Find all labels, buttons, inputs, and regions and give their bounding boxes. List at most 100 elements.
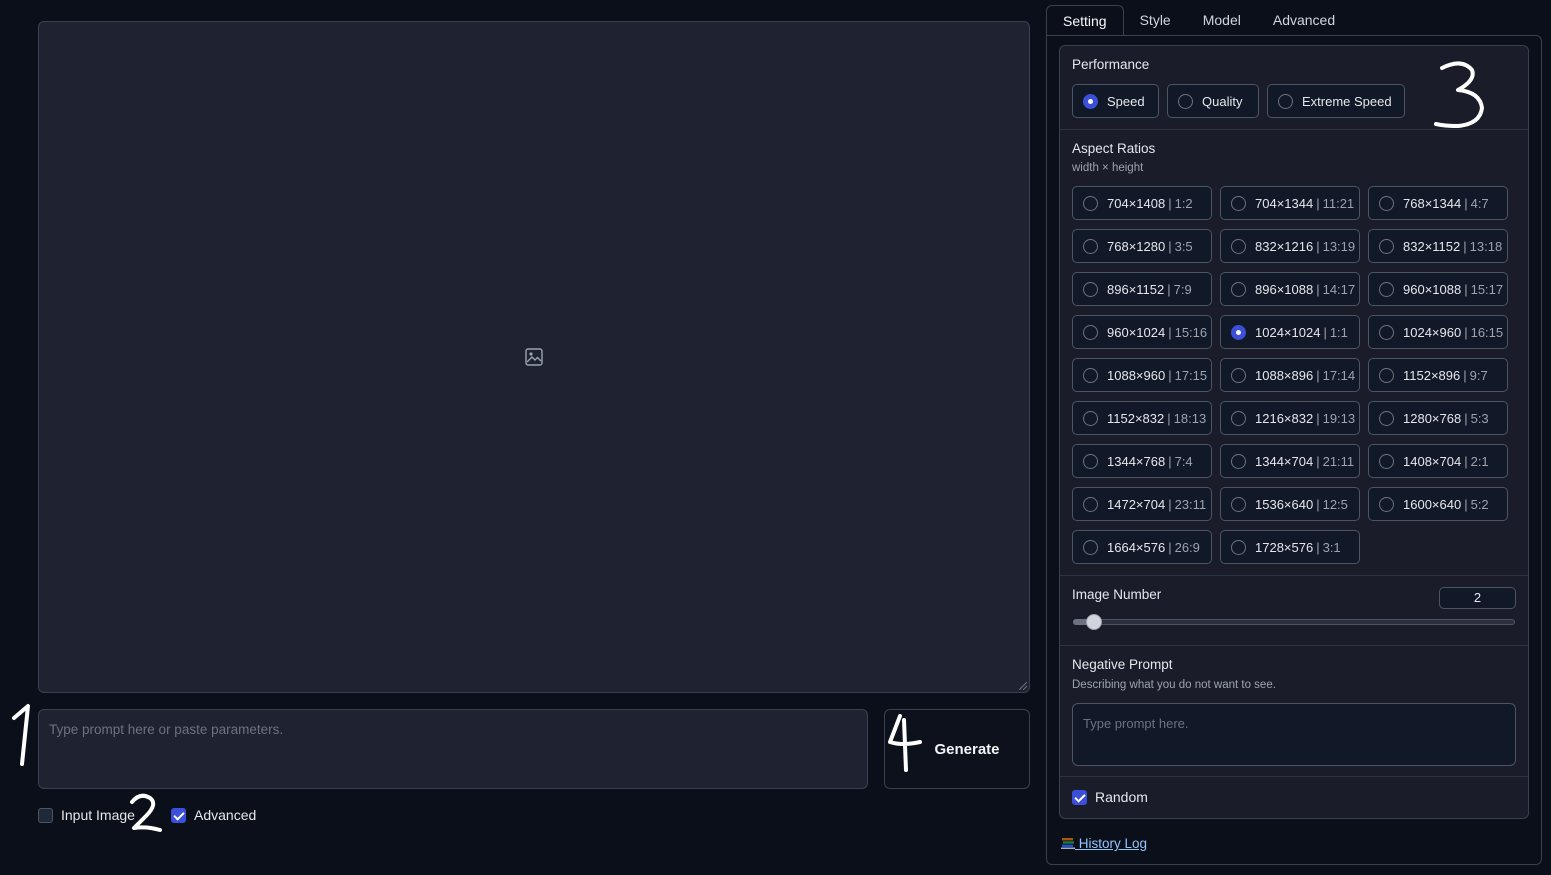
input-image-option[interactable]: Input Image	[38, 807, 135, 823]
radio-icon	[1083, 324, 1098, 340]
aspect-ratio-option[interactable]: 1024×1024 | 1:1	[1220, 315, 1360, 349]
settings-tabs: Setting Style Model Advanced	[1046, 5, 1351, 36]
aspect-ratio-size: 832×1216	[1255, 238, 1314, 254]
separator: |	[1168, 324, 1172, 340]
separator: |	[1316, 367, 1320, 383]
aspect-ratio-option[interactable]: 1024×960 | 16:15	[1368, 315, 1508, 349]
aspect-ratio-option[interactable]: 1152×832 | 18:13	[1072, 401, 1212, 435]
aspect-ratio-size: 1024×960	[1403, 324, 1462, 340]
radio-icon	[1379, 367, 1394, 383]
aspect-ratios-sublabel: width × height	[1072, 162, 1144, 174]
aspect-ratio-option[interactable]: 896×1152 | 7:9	[1072, 272, 1212, 306]
radio-icon	[1083, 238, 1098, 254]
aspect-ratio-size: 704×1344	[1255, 195, 1314, 211]
aspect-ratio-value: 14:17	[1322, 281, 1356, 297]
aspect-ratio-option[interactable]: 1600×640 | 5:2	[1368, 487, 1508, 521]
aspect-ratio-option[interactable]: 1152×896 | 9:7	[1368, 358, 1508, 392]
image-icon	[525, 348, 543, 366]
radio-icon	[1083, 367, 1098, 383]
divider	[1060, 575, 1528, 576]
aspect-ratio-option[interactable]: 1280×768 | 5:3	[1368, 401, 1508, 435]
annotation-4	[888, 714, 922, 772]
radio-icon	[1231, 195, 1246, 211]
random-checkbox[interactable]	[1072, 789, 1087, 805]
aspect-ratio-option[interactable]: 1664×576 | 26:9	[1072, 530, 1212, 564]
aspect-ratio-option[interactable]: 960×1088 | 15:17	[1368, 272, 1508, 306]
resize-grip-icon[interactable]	[1019, 682, 1027, 690]
radio-icon	[1379, 281, 1394, 297]
aspect-ratio-size: 768×1344	[1403, 195, 1462, 211]
input-image-checkbox[interactable]	[38, 807, 53, 823]
aspect-ratio-value: 21:11	[1322, 453, 1355, 469]
aspect-ratio-option[interactable]: 1344×704 | 21:11	[1220, 444, 1360, 478]
aspect-ratio-option[interactable]: 1344×768 | 7:4	[1072, 444, 1212, 478]
generate-label: Generate	[934, 740, 1000, 758]
tab-model[interactable]: Model	[1187, 5, 1257, 35]
image-number-slider[interactable]	[1073, 619, 1515, 625]
radio-icon	[1379, 496, 1394, 512]
radio-icon	[1083, 539, 1098, 555]
tab-style[interactable]: Style	[1124, 5, 1187, 35]
history-log-link[interactable]: History Log	[1061, 836, 1147, 851]
separator: |	[1316, 496, 1320, 512]
aspect-ratio-option[interactable]: 1088×896 | 17:14	[1220, 358, 1360, 392]
radio-selected-icon	[1083, 93, 1098, 109]
separator: |	[1168, 453, 1172, 469]
annotation-2	[130, 793, 162, 832]
image-number-input[interactable]: 2	[1439, 587, 1516, 609]
aspect-ratio-size: 1024×1024	[1255, 324, 1321, 340]
radio-icon	[1083, 453, 1098, 469]
radio-icon	[1231, 281, 1246, 297]
aspect-ratio-value: 26:9	[1174, 539, 1200, 555]
image-number-label: Image Number	[1072, 587, 1162, 602]
aspect-ratio-option[interactable]: 1408×704 | 2:1	[1368, 444, 1508, 478]
aspect-ratio-option[interactable]: 768×1344 | 4:7	[1368, 186, 1508, 220]
aspect-ratio-value: 17:15	[1174, 367, 1208, 383]
aspect-ratio-option[interactable]: 1472×704 | 23:11	[1072, 487, 1212, 521]
separator: |	[1464, 410, 1468, 426]
performance-extreme-speed[interactable]: Extreme Speed	[1267, 84, 1405, 118]
aspect-ratio-size: 704×1408	[1107, 195, 1166, 211]
aspect-ratio-value: 17:14	[1322, 367, 1356, 383]
negative-prompt-input[interactable]: Type prompt here.	[1072, 703, 1516, 766]
aspect-ratio-size: 1344×768	[1107, 453, 1166, 469]
performance-label: Performance	[1072, 57, 1150, 72]
aspect-ratio-size: 1280×768	[1403, 410, 1462, 426]
prompt-input[interactable]: Type prompt here or paste parameters.	[38, 709, 868, 789]
image-gallery	[38, 21, 1030, 693]
radio-icon	[1083, 496, 1098, 512]
aspect-ratio-option[interactable]: 832×1216 | 13:19	[1220, 229, 1360, 263]
aspect-ratio-option[interactable]: 1728×576 | 3:1	[1220, 530, 1360, 564]
aspect-ratio-size: 832×1152	[1403, 238, 1461, 254]
aspect-ratio-size: 1472×704	[1107, 496, 1166, 512]
advanced-option[interactable]: Advanced	[171, 807, 256, 823]
radio-icon	[1379, 453, 1394, 469]
aspect-ratio-option[interactable]: 960×1024 | 15:16	[1072, 315, 1212, 349]
separator: |	[1316, 410, 1320, 426]
aspect-ratio-option[interactable]: 1088×960 | 17:15	[1072, 358, 1212, 392]
radio-icon	[1231, 238, 1246, 254]
books-icon	[1061, 838, 1075, 849]
aspect-ratio-size: 1600×640	[1403, 496, 1462, 512]
aspect-ratio-option[interactable]: 704×1408 | 1:2	[1072, 186, 1212, 220]
advanced-checkbox[interactable]	[171, 807, 186, 823]
performance-speed[interactable]: Speed	[1072, 84, 1159, 118]
radio-icon	[1178, 93, 1193, 109]
slider-thumb[interactable]	[1086, 614, 1102, 630]
radio-icon	[1231, 410, 1246, 426]
separator: |	[1316, 195, 1320, 211]
tab-advanced[interactable]: Advanced	[1257, 5, 1351, 35]
divider	[1060, 776, 1528, 777]
aspect-ratio-option[interactable]: 832×1152 | 13:18	[1368, 229, 1508, 263]
aspect-ratio-option[interactable]: 1536×640 | 12:5	[1220, 487, 1360, 521]
aspect-ratio-option[interactable]: 896×1088 | 14:17	[1220, 272, 1360, 306]
aspect-ratio-option[interactable]: 704×1344 | 11:21	[1220, 186, 1360, 220]
tab-setting[interactable]: Setting	[1046, 5, 1124, 36]
radio-icon	[1231, 496, 1246, 512]
random-option[interactable]: Random	[1072, 789, 1148, 805]
aspect-ratio-option[interactable]: 1216×832 | 19:13	[1220, 401, 1360, 435]
separator: |	[1167, 281, 1171, 297]
aspect-ratio-option[interactable]: 768×1280 | 3:5	[1072, 229, 1212, 263]
performance-quality[interactable]: Quality	[1167, 84, 1259, 118]
aspect-ratio-options: 704×1408 | 1:2 704×1344 | 11:21 768×1344 | 4:7 76…	[1072, 186, 1508, 564]
